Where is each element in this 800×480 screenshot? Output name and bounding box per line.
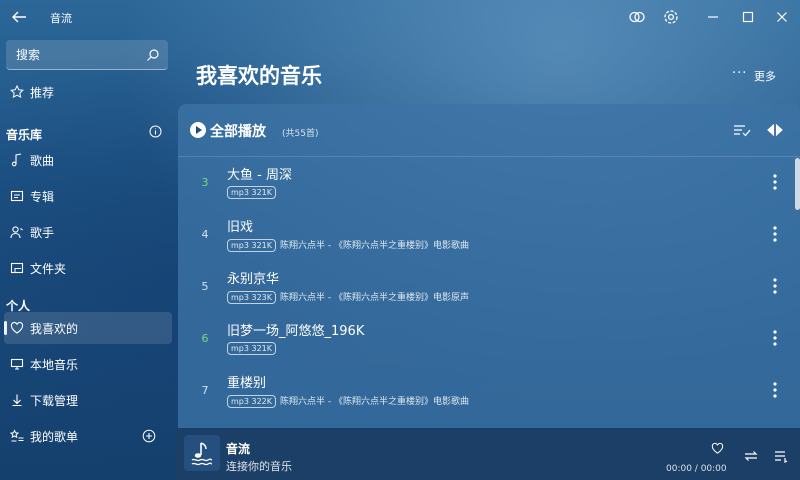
monitor-icon — [10, 358, 24, 370]
sidebar-item-recommend[interactable]: 推荐 — [4, 76, 172, 108]
song-info: 陈翔六点半 - 《陈翔六点半之重楼别》电影原声 — [280, 293, 470, 303]
queue-icon[interactable] — [773, 448, 789, 464]
song-info: 陈翔六点半 - 《陈翔六点半之重楼别》电影歌曲 — [280, 241, 470, 251]
sidebar-item-label: 专辑 — [30, 190, 55, 204]
song-row[interactable]: 6 旧梦一场_阿悠悠_196K mp3 321K — [178, 312, 796, 364]
gear-icon[interactable] — [661, 7, 681, 27]
song-row[interactable]: 4 旧戏 mp3 321K 陈翔六点半 - 《陈翔六点半之重楼别》电影歌曲 — [178, 208, 796, 260]
song-menu-icon[interactable] — [768, 224, 782, 244]
song-meta: mp3 321K 陈翔六点半 - 《陈翔六点半之重楼别》电影歌曲 — [227, 238, 469, 252]
library-header: 音乐库 — [6, 128, 43, 142]
song-index: 5 — [201, 280, 209, 293]
repeat-icon[interactable] — [743, 448, 759, 464]
quality-badge: mp3 321K — [227, 239, 277, 252]
search-icon[interactable] — [146, 48, 160, 62]
quality-badge: mp3 322K — [227, 395, 277, 408]
sidebar: 推荐 音乐库 歌曲 专辑 歌手 文件夹 个人 我喜欢的 — [0, 34, 176, 444]
now-playing-subtitle: 连接你的音乐 — [226, 460, 292, 473]
back-arrow-icon[interactable] — [10, 8, 28, 26]
multi-select-icon[interactable] — [733, 122, 751, 138]
song-title: 大鱼 - 周深 — [227, 168, 292, 183]
play-all-icon[interactable] — [190, 122, 206, 138]
download-icon — [12, 394, 22, 407]
sidebar-item-downloads[interactable]: 下载管理 — [4, 384, 172, 416]
close-icon[interactable] — [772, 7, 792, 27]
sidebar-item-local-music[interactable]: 本地音乐 — [4, 348, 172, 380]
song-list-header: 全部播放 (共55首) — [178, 104, 800, 157]
song-title: 旧梦一场_阿悠悠_196K — [227, 324, 365, 339]
list-scrollbar[interactable] — [795, 158, 800, 210]
sort-toggle-icon[interactable] — [766, 122, 784, 138]
song-menu-icon[interactable] — [768, 380, 782, 400]
artist-icon — [10, 226, 23, 239]
song-title: 永别京华 — [227, 272, 280, 287]
more-dots-icon: ··· — [732, 66, 748, 81]
minimize-icon[interactable] — [703, 7, 723, 27]
page-title: 我喜欢的音乐 — [196, 64, 322, 88]
playback-time: 00:00 / 00:00 — [666, 464, 727, 474]
now-playing-title: 音流 — [226, 442, 251, 456]
app-logo-icon — [191, 442, 213, 466]
sidebar-item-label: 下载管理 — [30, 394, 79, 408]
search-input[interactable] — [14, 45, 138, 65]
album-cover[interactable] — [184, 435, 220, 471]
add-playlist-icon[interactable] — [142, 429, 156, 443]
player-bar: 音流 连接你的音乐 00:00 / 00:00 — [176, 428, 800, 480]
play-all-button[interactable]: 全部播放 — [210, 121, 266, 141]
song-count: (共55首) — [282, 129, 319, 139]
quality-badge: mp3 323K — [227, 291, 277, 304]
maximize-icon[interactable] — [738, 7, 758, 27]
heart-icon — [10, 321, 24, 334]
song-menu-icon[interactable] — [768, 172, 782, 192]
song-meta: mp3 323K 陈翔六点半 - 《陈翔六点半之重楼别》电影原声 — [227, 290, 469, 304]
sidebar-item-label: 我喜欢的 — [30, 322, 79, 336]
sidebar-item-artists[interactable]: 歌手 — [4, 216, 172, 248]
song-index: 7 — [201, 384, 209, 397]
sidebar-item-label: 本地音乐 — [30, 358, 79, 372]
song-title: 重楼别 — [227, 376, 267, 391]
sidebar-item-label: 文件夹 — [30, 262, 67, 276]
folder-icon — [10, 262, 24, 274]
song-menu-icon[interactable] — [768, 276, 782, 296]
sidebar-item-albums[interactable]: 专辑 — [4, 180, 172, 212]
sidebar-item-label: 我的歌单 — [30, 430, 79, 444]
song-index: 3 — [201, 176, 209, 189]
song-meta: mp3 322K 陈翔六点半 - 《陈翔六点半之重楼别》电影歌曲 — [227, 394, 469, 408]
song-row[interactable]: 5 永别京华 mp3 323K 陈翔六点半 - 《陈翔六点半之重楼别》电影原声 — [178, 260, 796, 312]
song-row[interactable]: 7 重楼别 mp3 322K 陈翔六点半 - 《陈翔六点半之重楼别》电影歌曲 — [178, 364, 796, 416]
sidebar-item-favorites[interactable]: 我喜欢的 — [4, 312, 172, 344]
playlist-star-icon — [10, 429, 24, 442]
info-icon[interactable] — [149, 125, 162, 138]
song-info: 陈翔六点半 - 《陈翔六点半之重楼别》电影歌曲 — [280, 397, 470, 407]
song-list-panel: 全部播放 (共55首) 3 大鱼 - 周深 mp3 321K 4 旧戏 mp3 … — [178, 104, 800, 428]
sidebar-item-songs[interactable]: 歌曲 — [4, 144, 172, 176]
quality-badge: mp3 321K — [227, 342, 277, 355]
song-index: 4 — [201, 228, 209, 241]
album-icon — [10, 190, 24, 202]
song-index: 6 — [201, 332, 209, 345]
sidebar-item-my-playlists[interactable]: 我的歌单 — [4, 420, 172, 452]
title-bar: 音流 — [0, 0, 800, 34]
song-meta: mp3 321K — [227, 186, 280, 199]
heart-icon[interactable] — [711, 442, 724, 455]
quality-badge: mp3 321K — [227, 186, 277, 199]
sidebar-item-label: 推荐 — [30, 86, 55, 100]
star-icon — [10, 85, 24, 99]
search-box[interactable] — [6, 40, 168, 70]
link-icon[interactable] — [627, 7, 647, 27]
app-title: 音流 — [50, 12, 72, 25]
song-row[interactable]: 3 大鱼 - 周深 mp3 321K — [178, 156, 796, 208]
song-title: 旧戏 — [227, 220, 254, 235]
music-note-icon — [11, 153, 22, 167]
song-meta: mp3 321K — [227, 342, 280, 355]
sidebar-item-label: 歌手 — [30, 226, 55, 240]
sidebar-item-folders[interactable]: 文件夹 — [4, 252, 172, 284]
song-menu-icon[interactable] — [768, 328, 782, 348]
more-label: 更多 — [754, 70, 776, 83]
sidebar-item-label: 歌曲 — [30, 154, 55, 168]
